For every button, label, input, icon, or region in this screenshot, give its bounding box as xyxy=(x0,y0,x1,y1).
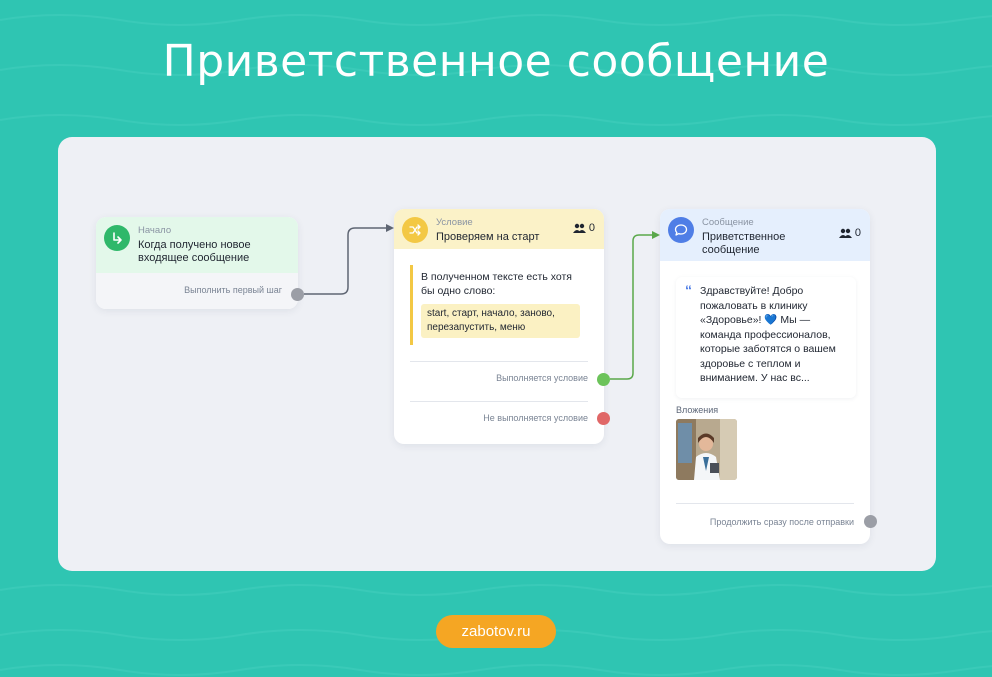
divider xyxy=(676,503,854,504)
condition-counter: 0 xyxy=(572,222,595,234)
connector-arrow-head xyxy=(386,224,394,232)
message-counter-value: 0 xyxy=(854,227,861,239)
flow-canvas[interactable]: Начало Когда получено новое входящее соо… xyxy=(58,137,936,571)
start-outlet-port[interactable] xyxy=(291,288,304,301)
start-node-title: Когда получено новое входящее сообщение xyxy=(138,239,251,264)
arrow-turn-right-icon xyxy=(104,225,130,251)
message-bubble: “ Здравствуйте! Добро пожаловать в клини… xyxy=(676,277,856,398)
condition-node-kind: Условие xyxy=(436,217,473,228)
users-icon xyxy=(572,223,586,233)
attachments-label: Вложения xyxy=(676,405,719,415)
users-icon xyxy=(838,228,852,238)
start-node-kind: Начало xyxy=(138,225,172,236)
condition-node[interactable]: Условие Проверяем на старт 0 В полученно… xyxy=(394,209,604,444)
connector-condition-to-message xyxy=(610,234,658,380)
condition-rule: В полученном тексте есть хотя бы одно сл… xyxy=(410,265,588,345)
message-node-title: Приветственное сообщение xyxy=(702,231,786,256)
condition-true-label: Выполняется условие xyxy=(496,373,588,383)
condition-false-port[interactable] xyxy=(597,412,610,425)
brand-badge[interactable]: zabotov.ru xyxy=(436,615,556,648)
message-text: Здравствуйте! Добро пожаловать в клинику… xyxy=(700,285,836,384)
condition-false-label: Не выполняется условие xyxy=(483,413,588,423)
divider xyxy=(410,361,588,362)
start-node-header: Начало Когда получено новое входящее соо… xyxy=(96,217,298,273)
message-outlet-label: Продолжить сразу после отправки xyxy=(709,517,854,527)
quote-icon: “ xyxy=(685,282,692,298)
start-outlet-label: Выполнить первый шаг xyxy=(184,285,282,295)
connector-arrow-head xyxy=(652,231,660,239)
attachment-thumbnail[interactable] xyxy=(676,419,737,480)
message-counter: 0 xyxy=(838,227,861,239)
message-outlet-port[interactable] xyxy=(864,515,877,528)
start-node[interactable]: Начало Когда получено новое входящее соо… xyxy=(96,217,298,309)
condition-counter-value: 0 xyxy=(588,222,595,234)
condition-node-title: Проверяем на старт xyxy=(436,231,540,243)
chat-bubble-icon xyxy=(668,217,694,243)
condition-true-port[interactable] xyxy=(597,373,610,386)
shuffle-icon xyxy=(402,217,428,243)
condition-rule-values: start, старт, начало, заново, перезапуст… xyxy=(421,304,580,338)
condition-rule-text: В полученном тексте есть хотя бы одно сл… xyxy=(421,271,572,297)
page-title: Приветственное сообщение xyxy=(162,36,830,87)
divider xyxy=(410,401,588,402)
connector-start-to-condition xyxy=(304,227,392,295)
condition-node-header: Условие Проверяем на старт 0 xyxy=(394,209,604,249)
message-node-header: Сообщение Приветственное сообщение 0 xyxy=(660,209,870,261)
message-node-kind: Сообщение xyxy=(702,217,754,228)
message-node[interactable]: Сообщение Приветственное сообщение 0 “ З… xyxy=(660,209,870,544)
